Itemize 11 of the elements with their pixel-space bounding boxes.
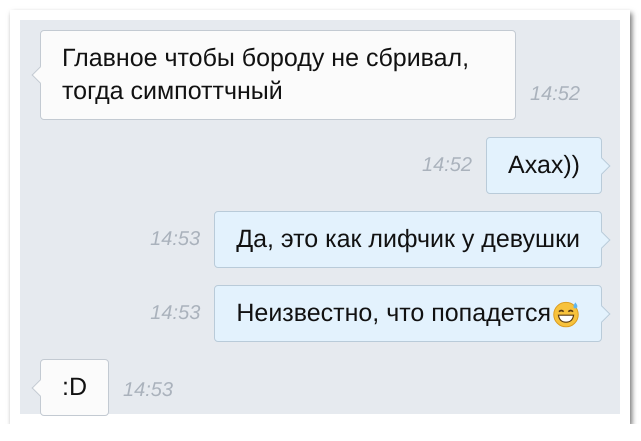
message-text: Ахах)) bbox=[508, 150, 580, 181]
message-time: 14:52 bbox=[530, 83, 580, 106]
message-time: 14:52 bbox=[422, 154, 472, 177]
message-text: Неизвестно, что попадется bbox=[236, 298, 551, 329]
smiley-sweat-icon bbox=[552, 300, 580, 328]
message-time: 14:53 bbox=[150, 228, 200, 251]
message-text: Главное чтобы бороду не сбривал, тогда симпоттчный bbox=[62, 43, 470, 107]
message-text: :D bbox=[62, 372, 87, 403]
message-time: 14:53 bbox=[150, 302, 200, 325]
message-text: Да, это как лифчик у девушки bbox=[236, 224, 580, 255]
message-time: 14:53 bbox=[123, 379, 174, 402]
